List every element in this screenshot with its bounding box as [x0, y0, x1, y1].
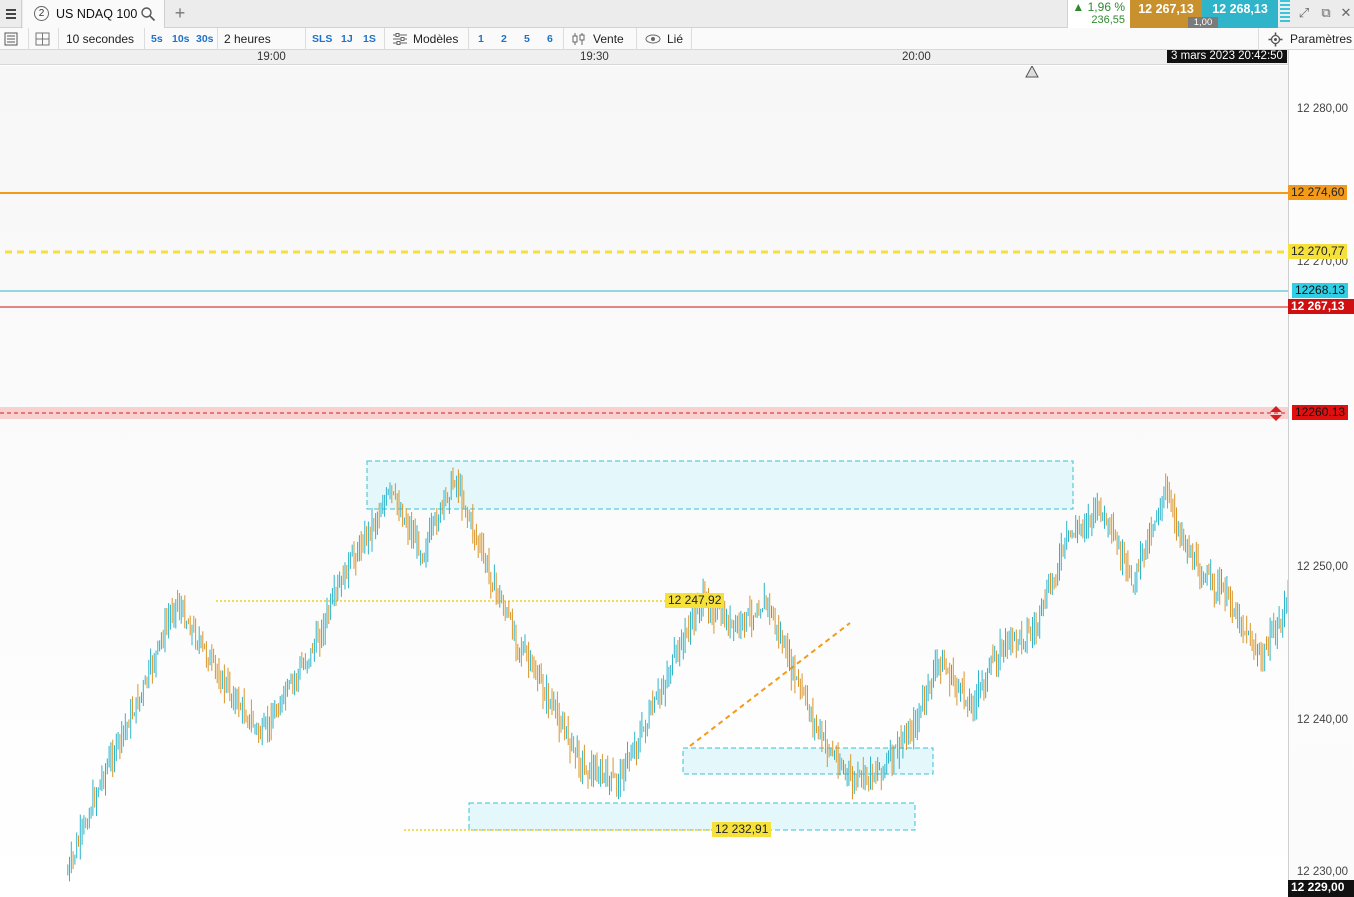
range-select[interactable]: 2 heures [224, 28, 271, 50]
daily-change: ▲ 1,96 % 236,55 [1067, 0, 1130, 28]
layout-grid-icon[interactable] [35, 32, 50, 46]
layout-5-button[interactable]: 5 [524, 28, 530, 50]
interval-10s-button[interactable]: 10s [172, 28, 190, 50]
change-points: 236,55 [1091, 14, 1125, 26]
time-label: 19:30 [580, 51, 609, 63]
layout-6-button[interactable]: 6 [547, 28, 553, 50]
candles-icon[interactable] [571, 32, 587, 46]
bottom-price-tag: 12 229,00 [1288, 880, 1354, 897]
link-button[interactable]: Lié [667, 28, 683, 50]
alert-price-tag: 12260.13 [1292, 405, 1349, 420]
trade-side-button[interactable]: Vente [593, 28, 624, 50]
price-tick: 12 280,00 [1296, 103, 1348, 115]
chart-toolbar: 10 secondes 5s 10s 30s 2 heures SLS 1J 1… [0, 28, 1354, 50]
interval-30s-button[interactable]: 30s [196, 28, 214, 50]
instrument-tab[interactable]: 2 US NDAQ 100 [23, 0, 165, 28]
time-axis: 19:00 19:30 20:00 [0, 50, 1288, 65]
instrument-title: US NDAQ 100 [56, 7, 138, 21]
price-tick: 12 240,00 [1296, 714, 1348, 726]
interval-select[interactable]: 10 secondes [66, 28, 134, 50]
spread-badge: 1,00 [1188, 17, 1218, 28]
price-chart[interactable] [0, 66, 1288, 897]
ask-price-tag: 12268.13 [1292, 283, 1349, 298]
hamburger-menu-icon[interactable] [0, 0, 22, 28]
price-tick: 12 250,00 [1296, 561, 1348, 573]
layout-2-button[interactable]: 2 [501, 28, 507, 50]
support-zone[interactable] [468, 802, 916, 831]
range-sls-button[interactable]: SLS [312, 28, 332, 50]
orange-level-tag: 12 274,60 [1288, 185, 1348, 200]
gear-icon[interactable] [1268, 32, 1283, 47]
popout-icon[interactable]: ⧉ [1318, 5, 1334, 21]
time-label: 20:00 [902, 51, 931, 63]
settings-button[interactable]: Paramètres [1290, 28, 1352, 50]
close-icon[interactable]: ✕ [1338, 5, 1354, 21]
tab-number-badge: 2 [34, 6, 49, 21]
templates-icon[interactable] [392, 32, 408, 46]
link-icon[interactable] [645, 34, 661, 44]
price-tick: 12 230,00 [1296, 866, 1348, 878]
range-1w-button[interactable]: 1S [363, 28, 376, 50]
yellow-level-tag: 12 270,77 [1288, 244, 1348, 259]
status-stripes [1280, 0, 1290, 28]
bid-price-tag: 12 267,13 [1288, 299, 1354, 314]
interval-5s-button[interactable]: 5s [151, 28, 163, 50]
expand-icon[interactable]: ⤢ [1296, 5, 1312, 21]
list-view-icon[interactable] [4, 32, 18, 46]
time-label: 19:00 [257, 51, 286, 63]
top-bar: 2 US NDAQ 100 + ▲ 1,96 % 236,55 12 267,1… [0, 0, 1354, 28]
support-zone[interactable] [682, 747, 934, 775]
layout-1-button[interactable]: 1 [478, 28, 484, 50]
add-tab-icon[interactable]: + [171, 3, 189, 23]
level-label-low: 12 232,91 [712, 822, 772, 837]
range-1d-button[interactable]: 1J [341, 28, 353, 50]
cursor-time-label: 3 mars 2023 20:42:50 [1167, 50, 1287, 63]
search-icon[interactable] [140, 6, 156, 22]
level-label-high: 12 247,92 [665, 593, 725, 608]
change-percent: ▲ 1,96 % [1072, 0, 1125, 14]
templates-button[interactable]: Modèles [413, 28, 458, 50]
price-axis[interactable]: 12 280,00 12 270,00 12 250,00 12 240,00 … [1288, 50, 1354, 897]
resistance-zone[interactable] [366, 460, 1074, 510]
